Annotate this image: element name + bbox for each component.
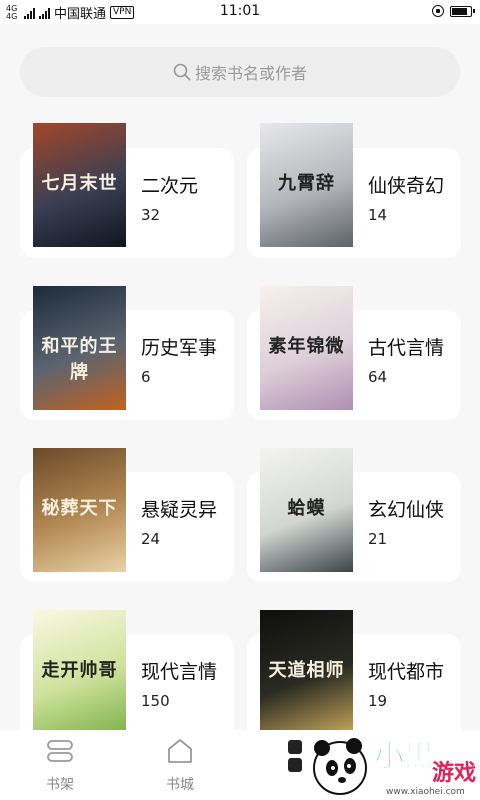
status-bar: 4G 4G 中国联通 VPN 11:01 [0,0,480,24]
category-count: 32 [141,206,161,224]
cover-title: 九霄辞 [278,173,335,194]
book-cover[interactable]: 七月末世 [33,123,126,247]
rotation-lock-icon [432,5,444,17]
panda-icon [313,738,367,795]
nav-bookstore[interactable]: 书城 [150,738,210,794]
category-name: 玄幻仙侠 [368,499,445,521]
cover-title: 素年锦微 [268,336,345,357]
category-name: 仙侠奇幻 [368,175,445,197]
nav-bookshelf[interactable]: 书架 [30,738,90,794]
category-name: 悬疑灵异 [141,499,218,521]
search-placeholder: 搜索书名或作者 [194,64,307,83]
book-cover[interactable]: 九霄辞 [260,123,353,247]
watermark-logo: 小黑 游戏 www.xiaohei.com [288,738,476,797]
cover-title: 秘葬天下 [41,498,118,519]
category-count: 150 [141,692,170,710]
book-cover[interactable]: 素年锦微 [260,286,353,410]
book-cover[interactable]: 天道相师 [260,610,353,734]
cover-title: 和平的王牌 [41,336,118,383]
bookshelf-icon [47,740,73,762]
nav-bookshelf-label: 书架 [46,777,74,793]
nav-bookstore-label: 书城 [166,777,194,793]
book-cover[interactable]: 秘葬天下 [33,448,126,572]
category-name: 现代都市 [368,661,445,683]
cover-title: 蛤蟆 [287,498,326,519]
watermark-text: 游戏 [432,760,476,786]
search-icon [173,63,191,81]
category-name: 历史军事 [141,337,218,359]
cover-title: 天道相师 [268,660,345,681]
category-count: 19 [368,692,388,710]
category-count: 21 [368,530,388,548]
category-name: 现代言情 [141,661,218,683]
battery-icon [450,5,475,17]
watermark-url: www.xiaohei.com [386,787,465,797]
cover-title: 七月末世 [41,173,118,194]
category-count: 24 [141,530,161,548]
search-bar[interactable]: 搜索书名或作者 [20,47,460,97]
category-count: 64 [368,368,388,386]
home-icon [168,739,192,763]
book-cover[interactable]: 和平的王牌 [33,286,126,410]
category-name: 古代言情 [368,337,445,359]
clock: 11:01 [219,3,261,19]
category-count: 14 [368,206,388,224]
book-cover[interactable]: 走开帅哥 [33,610,126,734]
cover-title: 走开帅哥 [41,660,118,681]
category-count: 6 [141,368,151,386]
svg-text:小黑: 小黑 [374,739,434,774]
book-cover[interactable]: 蛤蟆 [260,448,353,572]
category-name: 二次元 [141,175,199,197]
